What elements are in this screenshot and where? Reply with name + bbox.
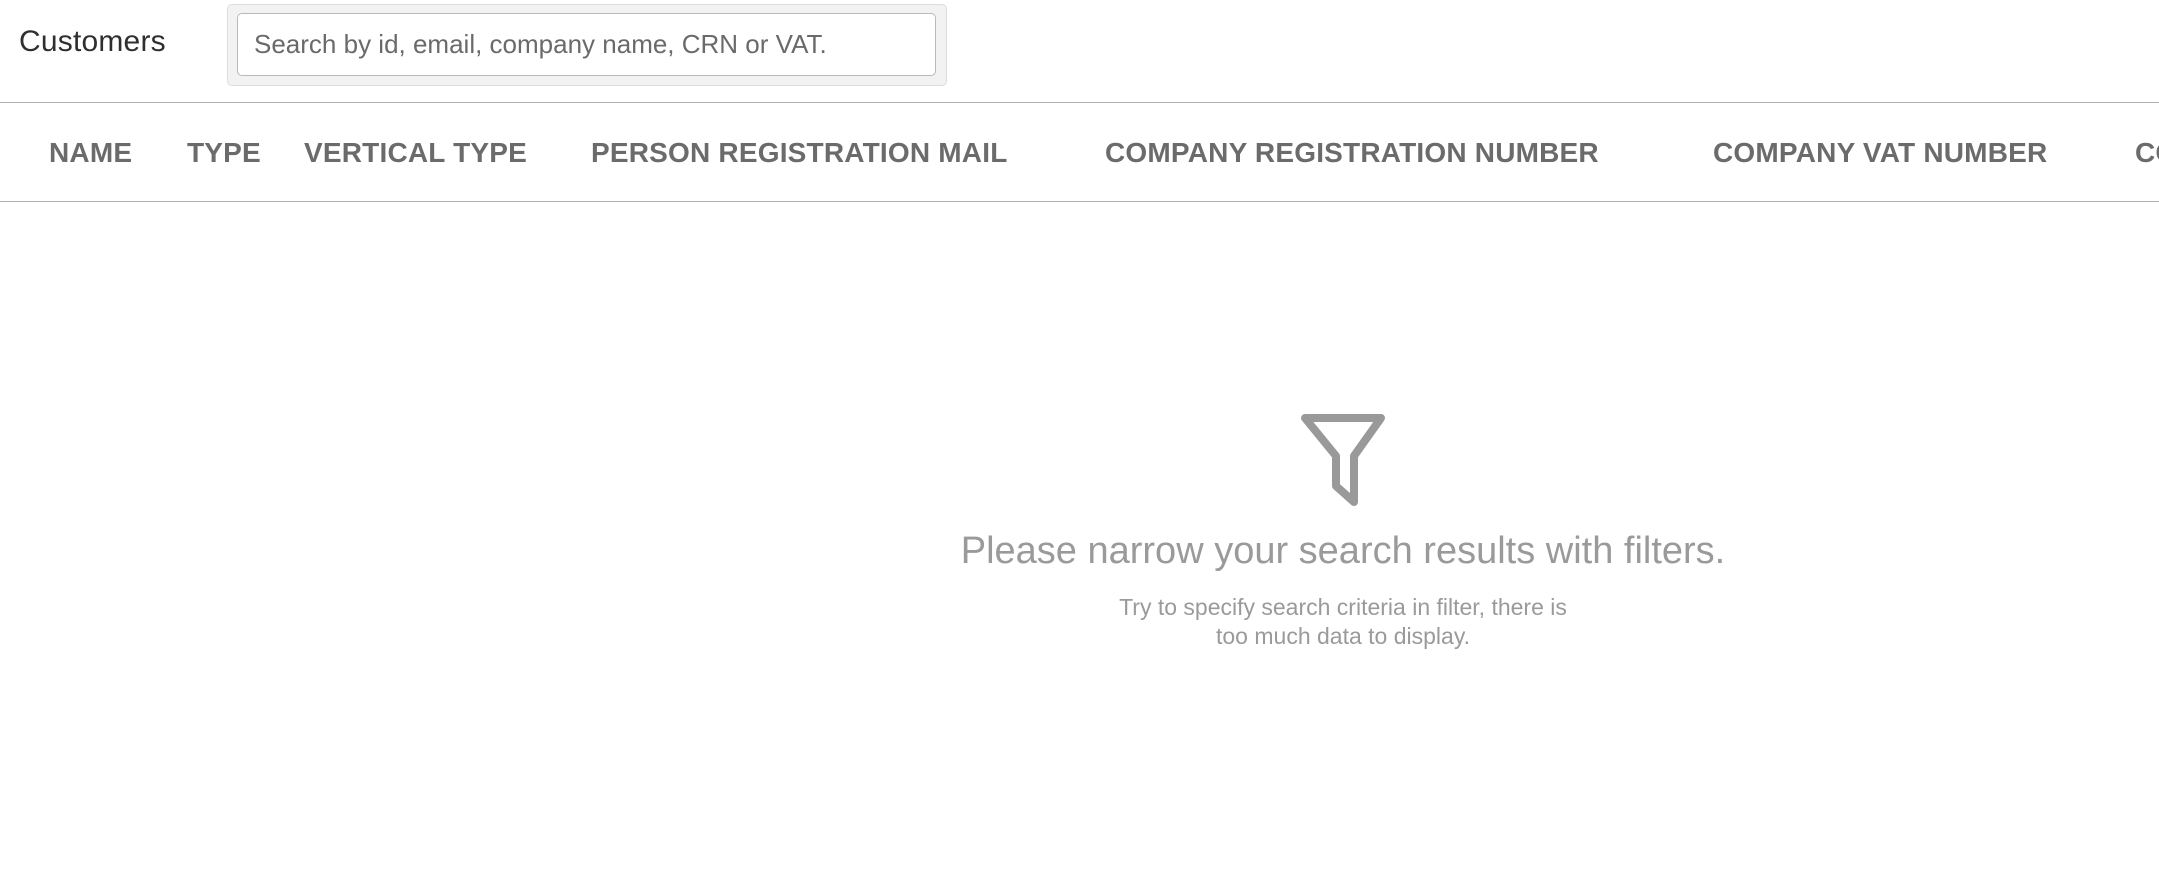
column-header-person-registration-mail[interactable]: PERSON REGISTRATION MAIL bbox=[591, 137, 1008, 169]
empty-state: Please narrow your search results with f… bbox=[843, 410, 1843, 651]
empty-state-subtitle-line: too much data to display. bbox=[1216, 623, 1470, 649]
table-header: NAME TYPE VERTICAL TYPE PERSON REGISTRAT… bbox=[0, 103, 2159, 202]
top-bar: Customers bbox=[0, 0, 2159, 103]
filter-icon bbox=[1301, 414, 1385, 506]
column-header-truncated[interactable]: CO bbox=[2135, 137, 2159, 169]
search-container bbox=[227, 4, 947, 86]
empty-state-subtitle: Try to specify search criteria in filter… bbox=[1098, 593, 1588, 651]
column-header-company-vat-number[interactable]: COMPANY VAT NUMBER bbox=[1713, 137, 2047, 169]
column-header-type[interactable]: TYPE bbox=[187, 137, 261, 169]
column-header-company-registration-number[interactable]: COMPANY REGISTRATION NUMBER bbox=[1105, 137, 1599, 169]
empty-state-subtitle-line: Try to specify search criteria in filter… bbox=[1119, 594, 1567, 620]
column-header-name[interactable]: NAME bbox=[49, 137, 132, 169]
empty-state-title: Please narrow your search results with f… bbox=[960, 530, 1726, 572]
column-header-vertical-type[interactable]: VERTICAL TYPE bbox=[304, 137, 527, 169]
search-input[interactable] bbox=[237, 13, 936, 76]
page-title: Customers bbox=[19, 25, 166, 58]
